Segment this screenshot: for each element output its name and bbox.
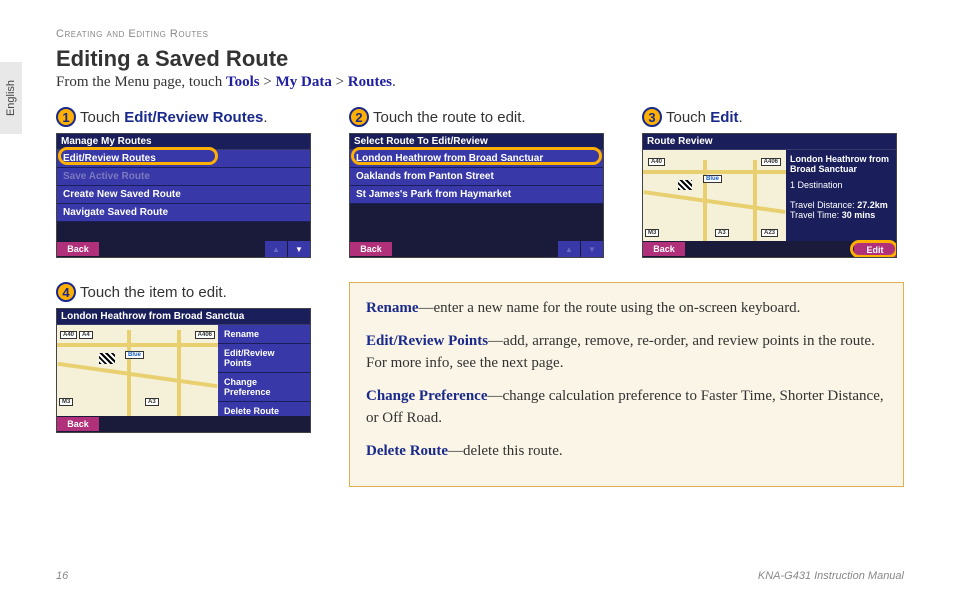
menu-navigate[interactable]: Navigate Saved Route xyxy=(57,204,310,222)
option-edit-points[interactable]: Edit/Review Points xyxy=(218,344,310,373)
down-arrow-icon[interactable]: ▼ xyxy=(581,241,603,257)
step-2: 2 Touch the route to edit. Select Route … xyxy=(349,107,604,258)
option-change-pref[interactable]: Change Preference xyxy=(218,373,310,402)
page-number: 16 xyxy=(56,570,68,582)
breadcrumb: Creating and Editing Routes xyxy=(56,28,904,40)
up-arrow-icon[interactable]: ▲ xyxy=(265,241,287,257)
route-item-1[interactable]: London Heathrow from Broad Sanctuar xyxy=(350,150,603,168)
step-1: 1 Touch Edit/Review Routes. Manage My Ro… xyxy=(56,107,311,258)
manual-name: KNA-G431 Instruction Manual xyxy=(758,570,904,582)
screen-edit-options: London Heathrow from Broad Sanctua A40 A… xyxy=(56,308,311,433)
step-number-1: 1 xyxy=(56,107,76,127)
back-button[interactable]: Back xyxy=(57,417,99,431)
screen-route-review: Route Review A40 A406 Blue M3 A3 A23 A24… xyxy=(642,133,897,258)
step-3: 3 Touch Edit. Route Review A40 A406 Blue… xyxy=(642,107,897,258)
menu-edit-review[interactable]: Edit/Review Routes xyxy=(57,150,310,168)
language-tab: English xyxy=(0,62,22,134)
route-item-2[interactable]: Oaklands from Panton Street xyxy=(350,168,603,186)
menu-create-new[interactable]: Create New Saved Route xyxy=(57,186,310,204)
back-button[interactable]: Back xyxy=(350,242,392,256)
edit-button[interactable]: Edit xyxy=(854,243,896,257)
step-number-4: 4 xyxy=(56,282,76,302)
up-arrow-icon[interactable]: ▲ xyxy=(558,241,580,257)
step-number-3: 3 xyxy=(642,107,662,127)
screen-manage-routes: Manage My Routes Edit/Review Routes Save… xyxy=(56,133,311,258)
page-title: Editing a Saved Route xyxy=(56,46,904,72)
intro-text: From the Menu page, touch Tools > My Dat… xyxy=(56,74,904,91)
step-number-2: 2 xyxy=(349,107,369,127)
flag-icon xyxy=(678,180,692,190)
down-arrow-icon[interactable]: ▼ xyxy=(288,241,310,257)
menu-save-active[interactable]: Save Active Route xyxy=(57,168,310,186)
back-button[interactable]: Back xyxy=(643,242,685,256)
back-button[interactable]: Back xyxy=(57,242,99,256)
screen-select-route: Select Route To Edit/Review London Heath… xyxy=(349,133,604,258)
option-rename[interactable]: Rename xyxy=(218,325,310,344)
flag-icon xyxy=(99,353,115,364)
step-4: 4 Touch the item to edit. London Heathro… xyxy=(56,282,311,487)
route-item-3[interactable]: St James's Park from Haymarket xyxy=(350,186,603,204)
description-box: Rename—enter a new name for the route us… xyxy=(349,282,904,487)
